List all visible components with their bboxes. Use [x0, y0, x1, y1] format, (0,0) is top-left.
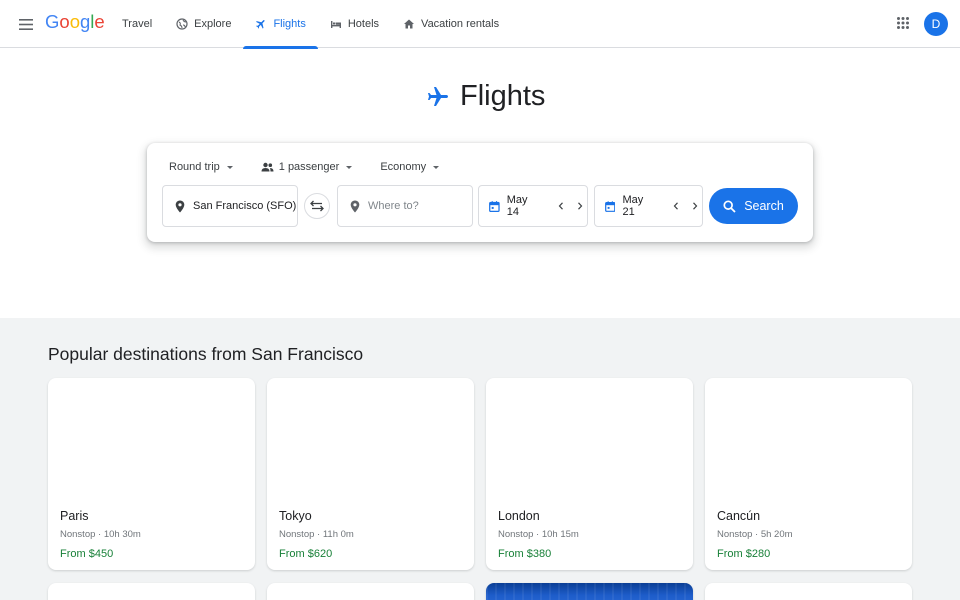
chevron-left-icon[interactable] — [554, 199, 568, 213]
origin-value: San Francisco (SFO) — [193, 200, 297, 212]
trip-type-label: Round trip — [169, 161, 220, 173]
top-nav: Travel Explore Flights Hotels Vacation r… — [110, 0, 511, 49]
swap-airports-button[interactable] — [304, 193, 330, 219]
destination-meta: Nonstop · 10h 15m — [498, 529, 579, 540]
nav-hotels-label: Hotels — [347, 18, 380, 30]
return-date-field[interactable]: May 21 — [594, 185, 703, 227]
date-stepper — [669, 199, 702, 213]
location-pin-icon — [350, 200, 360, 212]
section-title: Popular destinations from San Francisco — [48, 344, 364, 364]
destination-price: From $380 — [498, 548, 552, 560]
destination-card[interactable] — [705, 583, 912, 600]
bed-icon — [330, 21, 341, 28]
search-icon — [723, 199, 736, 213]
destination-city: Cancún — [717, 509, 761, 523]
nav-flights[interactable]: Flights — [243, 0, 319, 49]
nav-vacation-rentals-label: Vacation rentals — [421, 18, 500, 30]
nav-travel-label: Travel — [122, 18, 153, 30]
destination-card[interactable] — [48, 583, 255, 600]
origin-field[interactable]: San Francisco (SFO) — [162, 185, 298, 227]
nav-explore[interactable]: Explore — [164, 0, 243, 48]
destination-card[interactable]: Paris Nonstop · 10h 30m From $450 — [48, 378, 255, 570]
logo-letter: G — [45, 11, 60, 32]
plane-icon — [256, 20, 266, 29]
cabin-class-select[interactable]: Economy — [370, 159, 449, 175]
destination-city: Tokyo — [279, 509, 312, 523]
destination-field[interactable]: Where to? — [337, 185, 473, 227]
location-pin-icon — [175, 200, 185, 212]
page-title: Flights — [426, 80, 545, 113]
swap-icon — [310, 200, 324, 212]
caret-down-icon — [346, 165, 353, 169]
google-apps-button[interactable] — [894, 14, 912, 32]
account-avatar[interactable]: D — [924, 12, 948, 36]
nav-flights-label: Flights — [273, 18, 306, 30]
destination-card[interactable] — [267, 583, 474, 600]
caret-down-icon — [226, 165, 233, 169]
caret-down-icon — [433, 165, 440, 169]
destination-meta: Nonstop · 10h 30m — [60, 529, 141, 540]
destination-card[interactable]: Cancún Nonstop · 5h 20m From $280 — [705, 378, 912, 570]
date-stepper — [554, 199, 587, 213]
destination-card[interactable]: Tokyo Nonstop · 11h 0m From $620 — [267, 378, 474, 570]
nav-hotels[interactable]: Hotels — [318, 0, 391, 48]
main-menu-button[interactable] — [14, 12, 38, 36]
logo-letter: g — [79, 11, 91, 32]
destination-city: Paris — [60, 509, 89, 523]
passenger-label: 1 passenger — [278, 161, 340, 173]
destination-card[interactable]: London Nonstop · 10h 15m From $380 — [486, 378, 693, 570]
nav-explore-label: Explore — [194, 18, 232, 30]
nav-travel[interactable]: Travel — [110, 0, 164, 48]
people-icon — [261, 162, 274, 172]
google-logo[interactable]: Google — [45, 11, 105, 33]
logo-letter: o — [59, 11, 70, 32]
destination-city: London — [498, 509, 540, 523]
search-button[interactable]: Search — [709, 188, 798, 224]
destination-meta: Nonstop · 5h 20m — [717, 529, 793, 540]
menu-icon — [19, 18, 33, 30]
chevron-right-icon[interactable] — [573, 199, 587, 213]
page-title-text: Flights — [460, 80, 546, 112]
nav-vacation-rentals[interactable]: Vacation rentals — [391, 0, 511, 48]
logo-letter: e — [94, 11, 105, 32]
calendar-icon — [489, 200, 500, 212]
trip-type-select[interactable]: Round trip — [159, 159, 243, 175]
chevron-right-icon[interactable] — [688, 199, 702, 213]
destination-price: From $620 — [279, 548, 333, 560]
logo-letter: o — [69, 11, 80, 32]
apps-grid-icon — [897, 17, 909, 29]
chevron-left-icon[interactable] — [669, 199, 683, 213]
departure-date-value: May 14 — [506, 194, 528, 218]
destination-placeholder: Where to? — [368, 200, 419, 212]
globe-icon — [176, 18, 188, 30]
top-bar: Google Travel Explore Flights Hotels Vac… — [0, 0, 960, 49]
cabin-class-label: Economy — [380, 161, 427, 173]
plane-icon — [428, 86, 448, 106]
departure-date-field[interactable]: May 14 — [478, 185, 588, 227]
destination-card-image[interactable] — [486, 583, 693, 600]
return-date-value: May 21 — [622, 194, 644, 218]
search-button-label: Search — [744, 199, 784, 213]
search-options: Round trip 1 passenger Economy — [159, 159, 449, 175]
destination-price: From $450 — [60, 548, 114, 560]
destination-price: From $280 — [717, 548, 771, 560]
flight-search-form: Round trip 1 passenger Economy San Franc… — [147, 143, 813, 242]
passenger-select[interactable]: 1 passenger — [251, 159, 363, 175]
destination-meta: Nonstop · 11h 0m — [279, 529, 354, 540]
calendar-icon — [605, 200, 616, 212]
popular-destinations-section: Popular destinations from San Francisco … — [0, 318, 960, 600]
home-icon — [404, 19, 415, 29]
